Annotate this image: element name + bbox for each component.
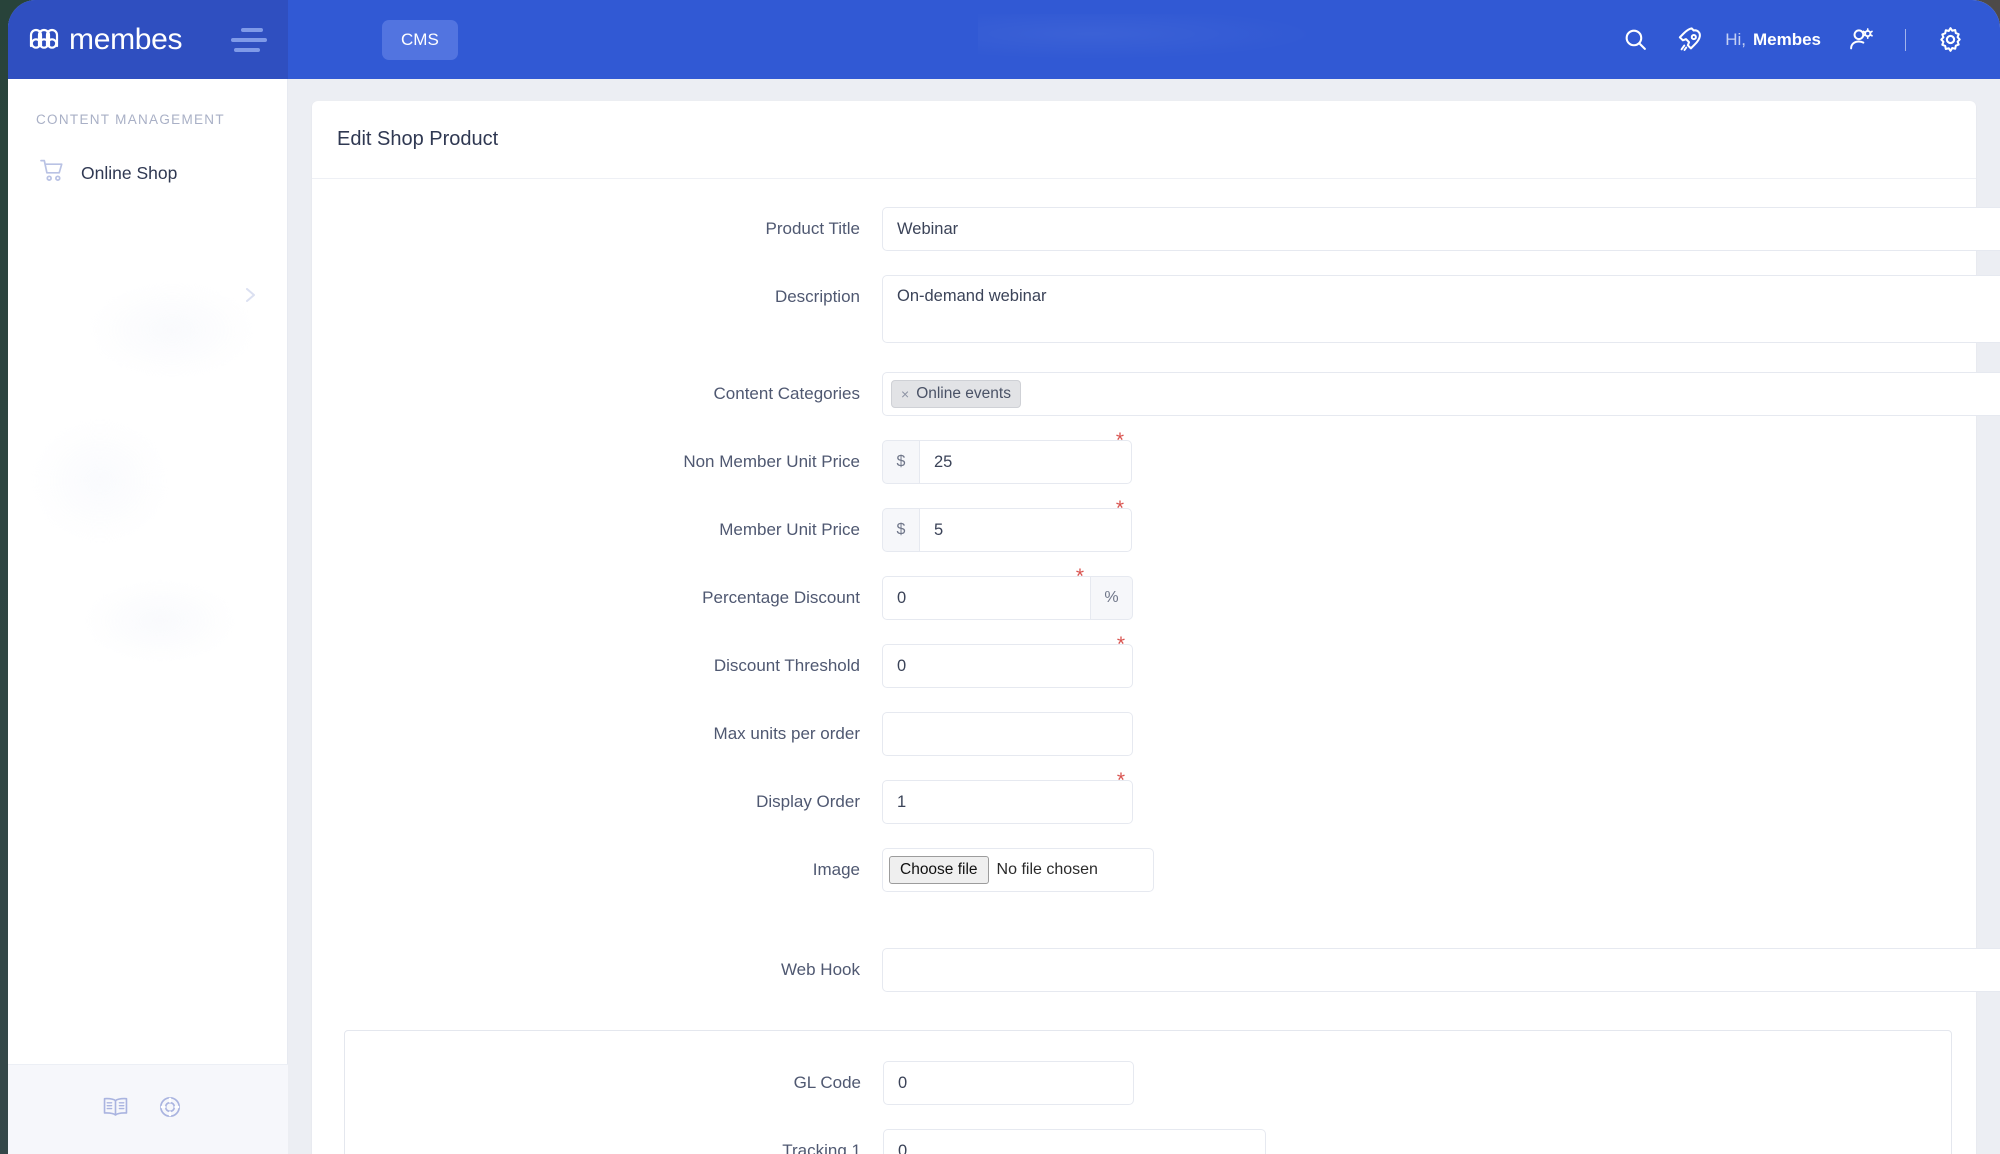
label-display-order: Display Order — [312, 780, 882, 824]
field-row-max-units-per-order: Max units per order — [312, 712, 1976, 756]
content-categories-select[interactable]: × Online events — [882, 372, 2000, 416]
file-status-text: No file chosen — [997, 861, 1098, 879]
label-web-hook: Web Hook — [312, 948, 882, 992]
control-tracking-1 — [883, 1129, 1266, 1154]
control-display-order: * — [882, 780, 1133, 824]
main-content: Edit Shop Product Product Title * Descri… — [288, 79, 2000, 1154]
field-row-description: Description On-demand webinar — [312, 275, 1976, 348]
label-image: Image — [312, 848, 882, 892]
control-percentage-discount: % * — [882, 576, 1133, 620]
category-tag-label: Online events — [916, 385, 1011, 403]
label-content-categories: Content Categories — [312, 372, 882, 416]
shopping-cart-icon — [40, 159, 65, 187]
field-row-product-title: Product Title * — [312, 207, 1976, 251]
gl-code-input[interactable] — [883, 1061, 1134, 1105]
label-member-unit-price: Member Unit Price — [312, 508, 882, 552]
label-non-member-unit-price: Non Member Unit Price — [312, 440, 882, 484]
user-name: Membes — [1753, 30, 1821, 50]
max-units-per-order-input[interactable] — [882, 712, 1133, 756]
field-row-gl-code: GL Code — [345, 1061, 1951, 1105]
topbar-watermark — [978, 14, 1358, 64]
control-product-title: * — [882, 207, 2000, 251]
sidebar-item-online-shop[interactable]: Online Shop — [8, 149, 287, 197]
choose-file-button[interactable]: Choose file — [889, 856, 989, 884]
control-gl-code — [883, 1061, 1134, 1105]
field-row-web-hook: Web Hook — [312, 948, 1976, 992]
tracking-1-input[interactable] — [883, 1129, 1266, 1154]
user-greeting[interactable]: Hi, Membes — [1725, 30, 1821, 50]
label-tracking-1: Tracking 1 — [345, 1129, 883, 1154]
label-gl-code: GL Code — [345, 1061, 883, 1105]
accounting-panel: GL Code Tracking 1 Tracking 2 — [344, 1030, 1952, 1154]
greeting-prefix: Hi, — [1725, 30, 1746, 50]
field-row-member-unit-price: Member Unit Price $ * — [312, 508, 1976, 552]
discount-threshold-input[interactable] — [882, 644, 1133, 688]
non-member-unit-price-input[interactable] — [919, 440, 1132, 484]
field-row-tracking-1: Tracking 1 — [345, 1129, 1951, 1154]
control-max-units-per-order — [882, 712, 1133, 756]
category-tag[interactable]: × Online events — [891, 380, 1021, 408]
percentage-discount-input[interactable] — [882, 576, 1091, 620]
cms-button[interactable]: CMS — [382, 20, 458, 60]
card-header: Edit Shop Product — [312, 101, 1976, 179]
field-row-content-categories: Content Categories × Online events — [312, 372, 1976, 416]
app-logo[interactable]: membes — [28, 23, 182, 57]
label-product-title: Product Title — [312, 207, 882, 251]
hamburger-icon[interactable] — [227, 25, 267, 55]
product-title-input[interactable] — [882, 207, 2000, 251]
rocket-icon[interactable] — [1663, 12, 1719, 68]
brand-zone: membes — [8, 0, 288, 79]
remove-tag-icon[interactable]: × — [901, 386, 909, 402]
percent-suffix: % — [1091, 576, 1133, 620]
member-unit-price-input[interactable] — [919, 508, 1132, 552]
search-icon[interactable] — [1607, 12, 1663, 68]
control-content-categories: × Online events — [882, 372, 2000, 416]
label-discount-threshold: Discount Threshold — [312, 644, 882, 688]
brand-name: membes — [69, 23, 182, 57]
label-description: Description — [312, 275, 882, 319]
toolbar-divider — [1905, 29, 1906, 51]
control-description: On-demand webinar — [882, 275, 2000, 348]
gear-icon[interactable] — [1922, 12, 1978, 68]
control-member-unit-price: $ * — [882, 508, 1132, 552]
label-max-units-per-order: Max units per order — [312, 712, 882, 756]
page-title: Edit Shop Product — [337, 128, 1976, 151]
field-row-image: Image Choose file No file chosen — [312, 848, 1976, 892]
top-navigation-bar: membes CMS — [8, 0, 2000, 79]
control-non-member-unit-price: $ * — [882, 440, 1132, 484]
control-web-hook — [882, 948, 2000, 992]
topbar-actions: Hi, Membes — [1607, 12, 2000, 68]
field-row-percentage-discount: Percentage Discount % * — [312, 576, 1976, 620]
control-discount-threshold: * — [882, 644, 1133, 688]
manual-book-icon[interactable] — [103, 1096, 128, 1123]
field-row-non-member-unit-price: Non Member Unit Price $ * — [312, 440, 1976, 484]
sidebar: CONTENT MANAGEMENT Online Shop — [8, 79, 288, 1154]
support-ring-icon[interactable] — [158, 1095, 182, 1124]
sidebar-watermark — [28, 229, 268, 789]
sidebar-item-label: Online Shop — [81, 163, 177, 184]
currency-prefix-non-member: $ — [882, 440, 919, 484]
app-window: membes CMS — [8, 0, 2000, 1154]
sidebar-section-title: CONTENT MANAGEMENT — [8, 79, 287, 127]
shop-product-form: Product Title * Description On-demand we… — [312, 179, 1976, 1154]
display-order-input[interactable] — [882, 780, 1133, 824]
membes-logo-icon — [28, 24, 62, 55]
sidebar-footer — [8, 1064, 288, 1154]
field-row-discount-threshold: Discount Threshold * — [312, 644, 1976, 688]
edit-shop-product-card: Edit Shop Product Product Title * Descri… — [312, 101, 1976, 1154]
field-row-display-order: Display Order * — [312, 780, 1976, 824]
chevron-right-icon[interactable] — [244, 286, 258, 309]
image-file-input[interactable]: Choose file No file chosen — [882, 848, 1154, 892]
label-percentage-discount: Percentage Discount — [312, 576, 882, 620]
control-image: Choose file No file chosen — [882, 848, 1154, 892]
currency-prefix-member: $ — [882, 508, 919, 552]
web-hook-input[interactable] — [882, 948, 2000, 992]
user-settings-icon[interactable] — [1833, 12, 1889, 68]
description-textarea[interactable]: On-demand webinar — [882, 275, 2000, 343]
